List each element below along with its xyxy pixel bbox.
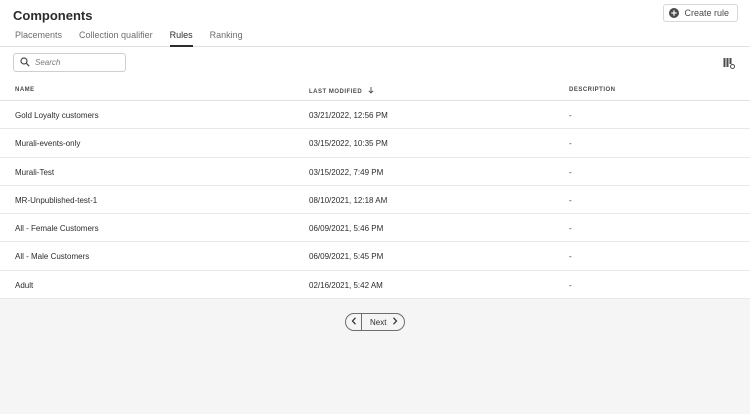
search-icon: [20, 54, 30, 72]
rule-description: -: [569, 224, 572, 234]
toolbar: [0, 47, 750, 79]
rule-modified: 06/09/2021, 5:46 PM: [309, 224, 384, 234]
column-header-description[interactable]: DESCRIPTION: [569, 87, 616, 93]
table-row[interactable]: Murali-Test 03/15/2022, 7:49 PM -: [0, 157, 750, 186]
tab-bar: Placements Collection qualifier Rules Ra…: [15, 30, 260, 47]
rule-description: -: [569, 195, 572, 205]
column-header-last-modified[interactable]: LAST MODIFIED: [309, 87, 374, 96]
rule-modified: 03/15/2022, 10:35 PM: [309, 139, 388, 149]
rule-description: -: [569, 252, 572, 262]
rule-modified: 03/15/2022, 7:49 PM: [309, 167, 384, 177]
tab-ranking[interactable]: Ranking: [210, 30, 243, 47]
header-bar: Components Create rule Placements Collec…: [0, 0, 750, 47]
rule-description: -: [569, 139, 572, 149]
table-row[interactable]: Gold Loyalty customers 03/21/2022, 12:56…: [0, 101, 750, 130]
rule-modified: 06/09/2021, 5:45 PM: [309, 252, 384, 262]
rule-name: Murali-events-only: [15, 139, 81, 149]
rule-description: -: [569, 280, 572, 290]
tab-collection-qualifier[interactable]: Collection qualifier: [79, 30, 153, 47]
rule-name: Adult: [15, 280, 34, 290]
rule-name: MR-Unpublished-test-1: [15, 195, 98, 205]
add-circle-icon: [669, 8, 680, 18]
tab-placements[interactable]: Placements: [15, 30, 62, 47]
page-title: Components: [13, 8, 93, 23]
create-rule-button[interactable]: Create rule: [663, 4, 738, 22]
rule-description: -: [569, 111, 572, 120]
rule-name: Gold Loyalty customers: [15, 111, 99, 120]
table-row[interactable]: All - Male Customers 06/09/2021, 5:45 PM…: [0, 242, 750, 271]
table-row[interactable]: MR-Unpublished-test-1 08/10/2021, 12:18 …: [0, 185, 750, 215]
tab-rules[interactable]: Rules: [169, 30, 193, 47]
next-page-button[interactable]: Next: [362, 314, 404, 330]
rule-modified: 03/21/2022, 12:56 PM: [309, 111, 388, 120]
create-rule-label: Create rule: [684, 8, 729, 18]
previous-page-button[interactable]: [346, 314, 362, 330]
table-row[interactable]: Murali-events-only 03/15/2022, 10:35 PM …: [0, 129, 750, 158]
rule-modified: 02/16/2021, 5:42 AM: [309, 280, 383, 290]
chevron-left-icon: [351, 317, 357, 327]
table-row[interactable]: All - Female Customers 06/09/2021, 5:46 …: [0, 214, 750, 243]
rules-table: NAME LAST MODIFIED DESCRIPTION Gold Loya…: [0, 79, 750, 300]
rule-name: All - Female Customers: [15, 224, 99, 234]
column-header-name[interactable]: NAME: [15, 87, 35, 93]
chevron-right-icon: [392, 317, 398, 327]
next-page-label: Next: [370, 317, 387, 327]
rule-description: -: [569, 167, 572, 177]
search-input[interactable]: [35, 58, 115, 67]
arrow-down-icon: [368, 87, 374, 96]
column-settings-icon[interactable]: [723, 56, 735, 69]
column-header-last-modified-label: LAST MODIFIED: [309, 89, 363, 96]
search-box[interactable]: [13, 53, 126, 72]
table-row[interactable]: Adult 02/16/2021, 5:42 AM -: [0, 270, 750, 300]
rule-modified: 08/10/2021, 12:18 AM: [309, 195, 388, 205]
table-header: NAME LAST MODIFIED DESCRIPTION: [0, 79, 750, 101]
rule-name: All - Male Customers: [15, 252, 90, 262]
rule-name: Murali-Test: [15, 167, 55, 177]
pagination: Next: [345, 313, 406, 331]
